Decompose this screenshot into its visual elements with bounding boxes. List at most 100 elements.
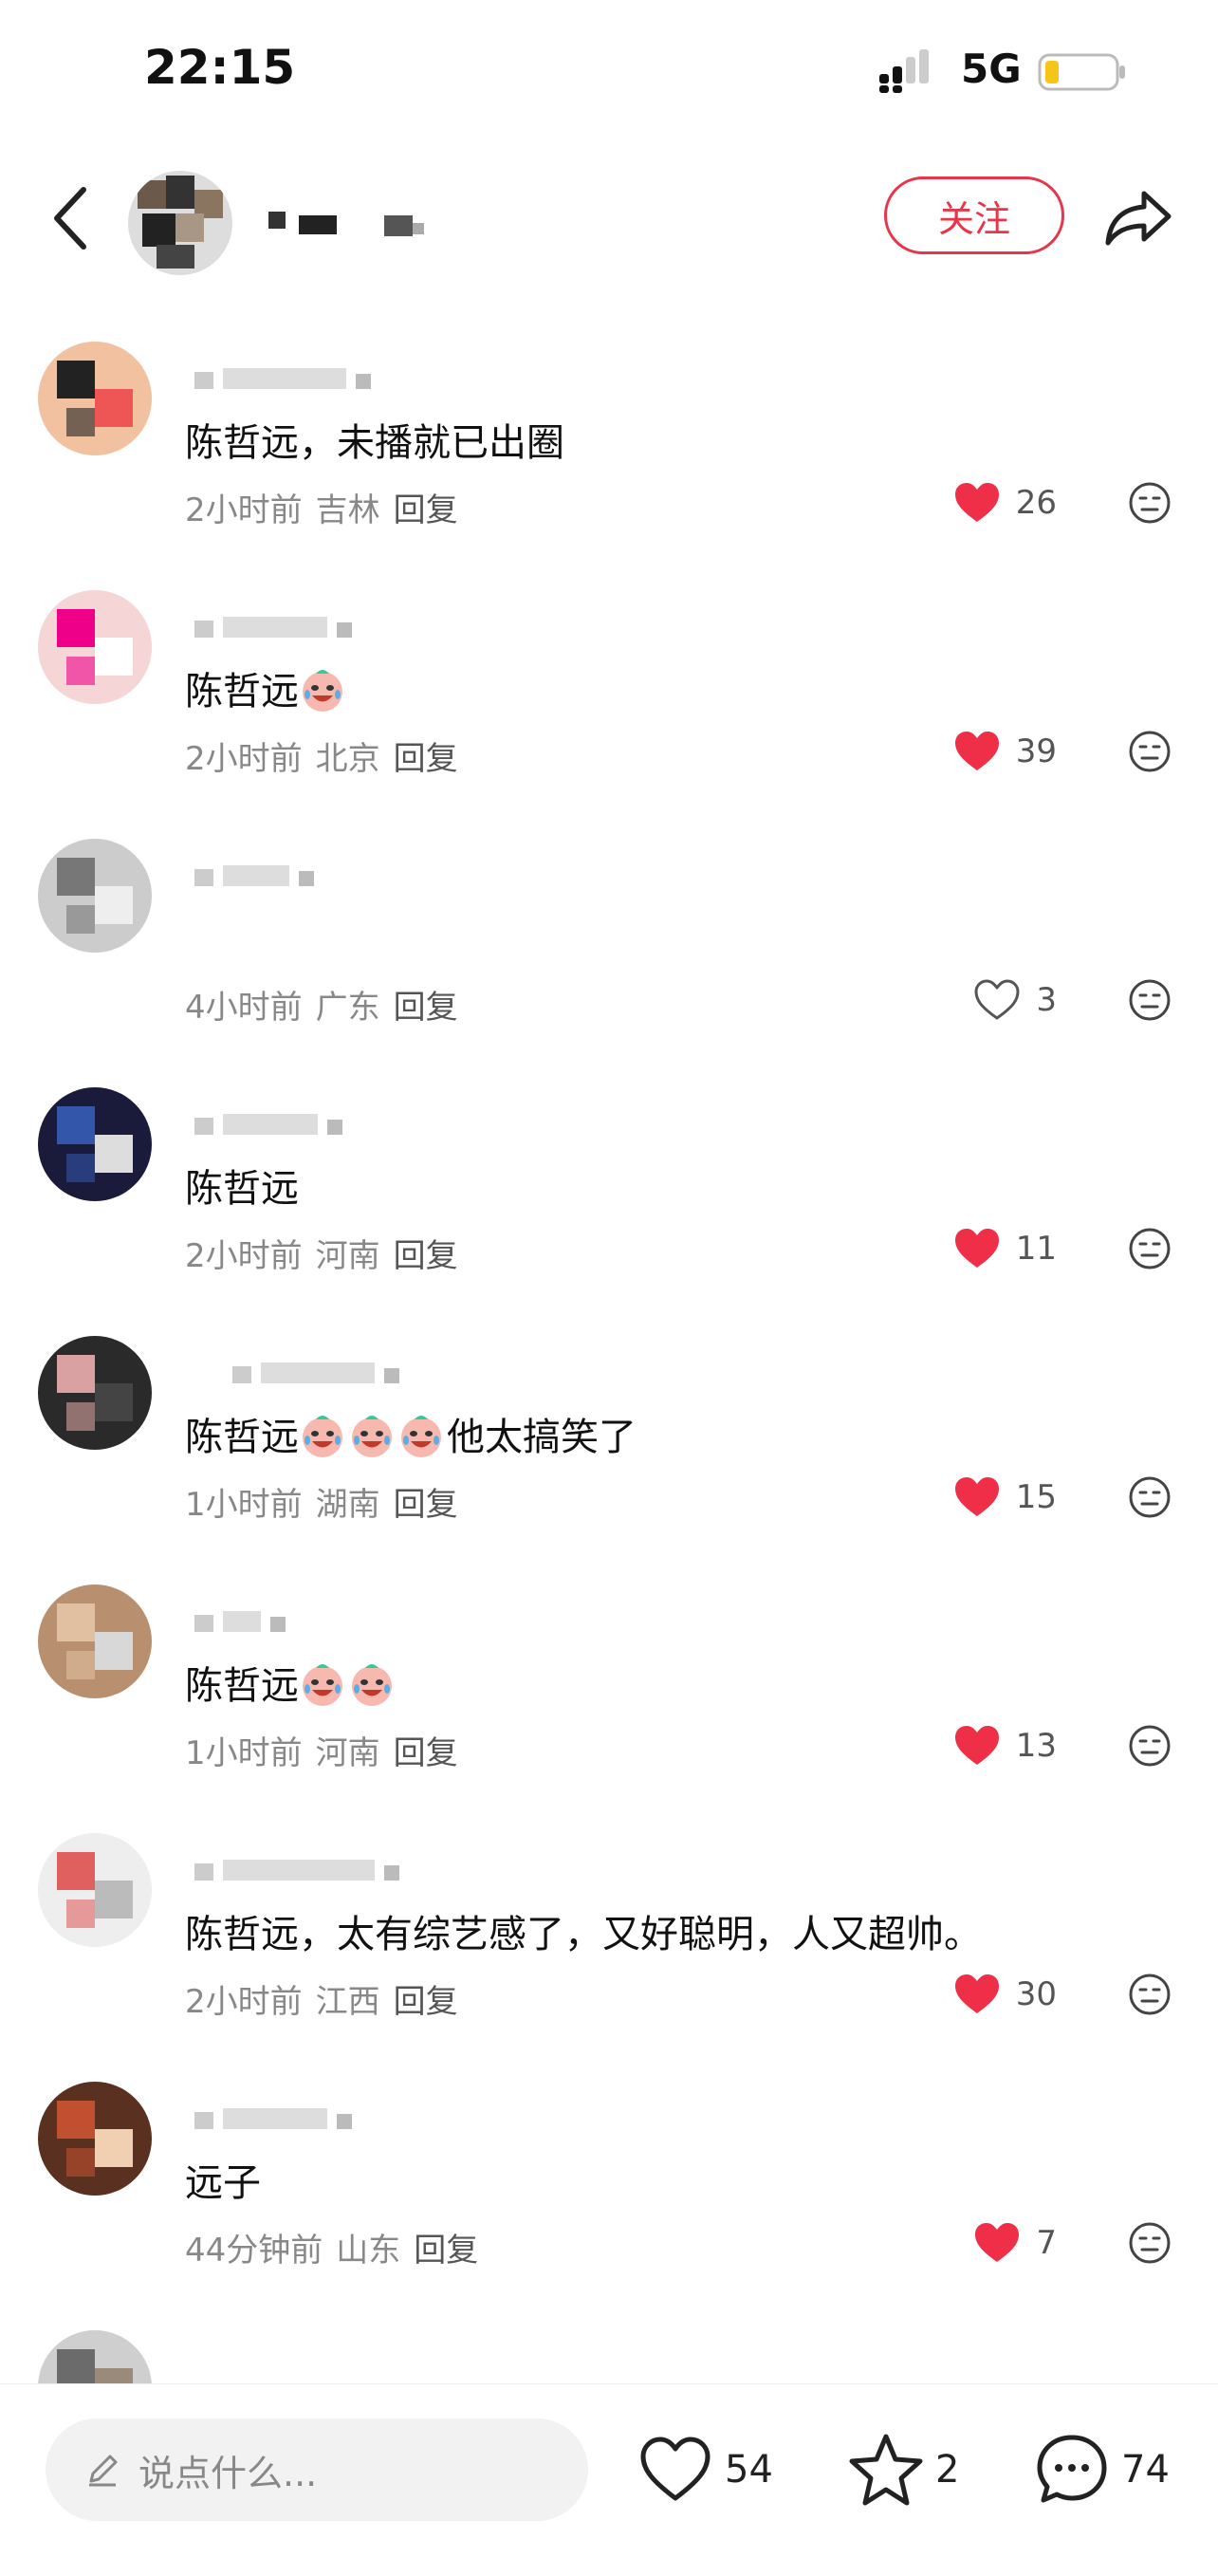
user-avatar[interactable] [38, 1833, 152, 1947]
comment-time: 1小时前 [185, 1734, 303, 1772]
star-icon [849, 2434, 923, 2506]
laughing-emoji-icon [352, 1416, 392, 1457]
dislike-icon[interactable] [1127, 1723, 1172, 1769]
heart-outline-icon [974, 979, 1020, 1020]
dislike-icon[interactable] [1127, 1474, 1172, 1520]
comment-item[interactable]: 陈哲远 他太搞笑了 1小时前 湖南 回复 15 [0, 1317, 1218, 1566]
comment-item[interactable]: 陈哲远，未播就已出圈 2小时前 吉林 回复 26 [0, 323, 1218, 571]
reply-button[interactable]: 回复 [414, 2232, 478, 2270]
comment-count: 74 [1121, 2448, 1170, 2492]
favorite-count: 2 [935, 2448, 960, 2492]
laughing-emoji-icon [352, 1664, 392, 1706]
comment-time: 4小时前 [185, 989, 303, 1027]
comment-location: 北京 [315, 740, 380, 778]
dislike-icon[interactable] [1127, 2220, 1172, 2266]
username-blurred[interactable] [185, 1594, 432, 1651]
comment-meta: 1小时前 湖南 回复 [185, 1478, 471, 1525]
dislike-icon[interactable] [1127, 1972, 1172, 2017]
comment-item[interactable]: 陈哲远 1小时前 河南 回复 13 [0, 1566, 1218, 1814]
dislike-icon[interactable] [1127, 480, 1172, 526]
dislike-icon[interactable] [1127, 1226, 1172, 1271]
comment-time: 1小时前 [185, 1486, 303, 1524]
comment-like-button[interactable]: 11 [953, 1228, 1057, 1269]
user-avatar[interactable] [38, 2082, 152, 2196]
comment-item[interactable]: 陈哲远 2小时前 河南 回复 11 [0, 1068, 1218, 1317]
comment-location: 江西 [315, 1983, 380, 2021]
comment-meta: 2小时前 北京 回复 [185, 732, 471, 779]
comment-list: 陈哲远，未播就已出圈 2小时前 吉林 回复 26 陈哲远 2小时前 北京 回复 39 4小时前 广东回… [0, 323, 1218, 2444]
username-blurred[interactable] [185, 848, 432, 905]
comment-like-count: 39 [1015, 732, 1057, 770]
username-blurred[interactable] [185, 1345, 432, 1402]
comment-like-count: 30 [1015, 1975, 1057, 2013]
comment-text: 陈哲远，未播就已出圈 [185, 412, 564, 467]
author-avatar[interactable] [128, 171, 232, 275]
chat-icon [1037, 2435, 1107, 2503]
comment-time: 2小时前 [185, 1983, 303, 2021]
comment-like-button[interactable]: 15 [953, 1476, 1057, 1518]
heart-icon [954, 1229, 999, 1268]
follow-button[interactable]: 关注 [884, 176, 1064, 254]
comment-location: 河南 [315, 1734, 380, 1772]
comment-item[interactable]: 4小时前 广东 回复 3 [0, 820, 1218, 1068]
comment-item[interactable]: 远子 44分钟前 山东 回复 7 [0, 2063, 1218, 2311]
comment-text-main: 远子 [185, 2161, 261, 2205]
comment-like-count: 15 [1015, 1478, 1057, 1516]
reply-button[interactable]: 回复 [394, 1983, 458, 2021]
username-blurred[interactable] [185, 1097, 432, 1154]
comment-location: 山东 [336, 2232, 401, 2270]
heart-icon [640, 2437, 710, 2501]
comment-like-count: 7 [1036, 2224, 1057, 2262]
signal-icon [879, 49, 929, 93]
comment-like-count: 26 [1015, 484, 1057, 522]
comment-time: 2小时前 [185, 1237, 303, 1275]
comment-like-button[interactable]: 30 [953, 1974, 1057, 2015]
comment-text: 陈哲远，太有综艺感了，又好聪明，人又超帅。 [185, 1903, 982, 1958]
comment-item[interactable]: 陈哲远，太有综艺感了，又好聪明，人又超帅。 2小时前 江西 回复 30 [0, 1814, 1218, 2063]
comment-like-button[interactable]: 26 [953, 482, 1057, 524]
heart-icon [954, 1974, 999, 2013]
battery-icon [1038, 53, 1125, 91]
username-blurred[interactable] [185, 351, 432, 408]
user-avatar[interactable] [38, 839, 152, 953]
comment-meta: 4小时前 广东 回复 [185, 981, 471, 1028]
favorite-button[interactable]: 2 [848, 2422, 959, 2517]
laughing-emoji-icon [401, 1416, 441, 1457]
comment-like-button[interactable]: 7 [973, 2222, 1057, 2264]
comment-text: 远子 [185, 2152, 261, 2207]
comment-location: 吉林 [315, 491, 380, 529]
comment-like-button[interactable]: 3 [973, 979, 1057, 1021]
reply-button[interactable]: 回复 [394, 491, 458, 529]
comment-like-button[interactable]: 13 [953, 1725, 1057, 1767]
reply-button[interactable]: 回复 [394, 1237, 458, 1275]
comment-item[interactable]: 陈哲远 2小时前 北京 回复 39 [0, 571, 1218, 820]
user-avatar[interactable] [38, 1336, 152, 1450]
share-icon[interactable] [1100, 180, 1176, 256]
comment-button[interactable]: 74 [1034, 2422, 1170, 2517]
comment-text-main: 陈哲远 [185, 1664, 299, 1708]
comment-like-button[interactable]: 39 [953, 731, 1057, 772]
username-blurred[interactable] [185, 2091, 432, 2148]
comment-text: 陈哲远 他太搞笑了 [185, 1406, 637, 1461]
back-icon[interactable] [47, 180, 95, 256]
header: 关注 [0, 152, 1218, 285]
user-avatar[interactable] [38, 590, 152, 704]
user-avatar[interactable] [38, 1585, 152, 1698]
reply-button[interactable]: 回复 [394, 1734, 458, 1772]
reply-button[interactable]: 回复 [394, 989, 458, 1027]
comment-text: 陈哲远 [185, 1158, 299, 1213]
dislike-icon[interactable] [1127, 977, 1172, 1023]
laughing-emoji-icon [303, 1664, 342, 1706]
user-avatar[interactable] [38, 1087, 152, 1201]
comment-input[interactable]: 说点什么... [46, 2418, 588, 2521]
comment-meta: 44分钟前 山东 回复 [185, 2224, 491, 2270]
username-blurred[interactable] [185, 1843, 432, 1900]
reply-button[interactable]: 回复 [394, 1486, 458, 1524]
dislike-icon[interactable] [1127, 729, 1172, 774]
like-post-button[interactable]: 54 [637, 2422, 773, 2517]
comment-time: 2小时前 [185, 740, 303, 778]
username-blurred[interactable] [185, 600, 432, 657]
comment-location: 广东 [315, 989, 380, 1027]
reply-button[interactable]: 回复 [394, 740, 458, 778]
user-avatar[interactable] [38, 342, 152, 455]
